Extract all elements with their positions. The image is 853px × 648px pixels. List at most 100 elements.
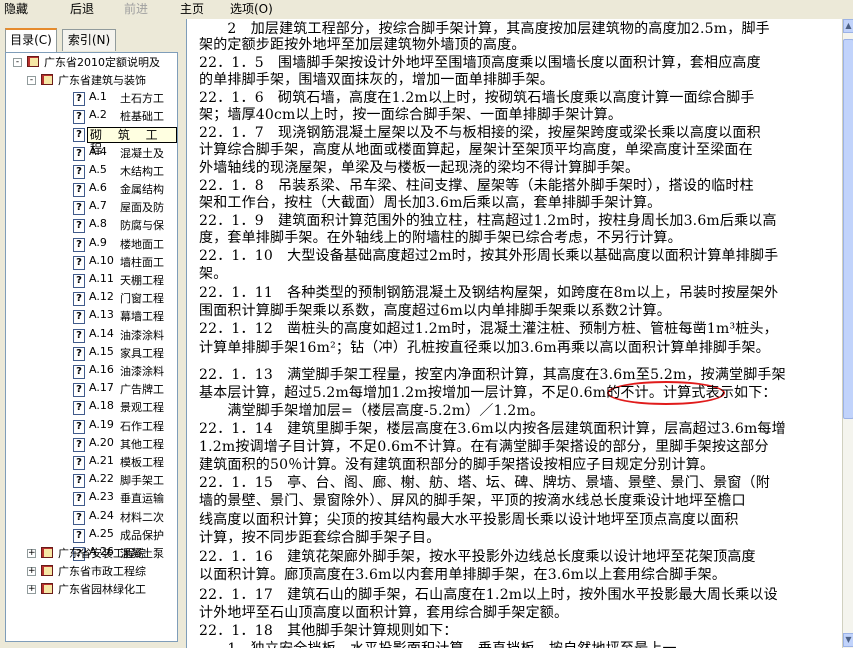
- tree-item-a-9[interactable]: 楼地面工: [120, 236, 164, 252]
- content-line: 围面积计算脚手架乘以系数，高度超过6m以内单排脚手架乘以系数2计算。: [199, 303, 671, 319]
- tree-item-a-16[interactable]: 油漆涂料: [120, 363, 164, 379]
- tree-item-code[interactable]: A.25: [89, 527, 114, 540]
- tree-item-a-7[interactable]: 屋面及防: [120, 199, 164, 215]
- tree-item-code[interactable]: A.20: [89, 436, 114, 449]
- tree-item-a-18[interactable]: 景观工程: [120, 399, 164, 415]
- expand-icon[interactable]: +: [27, 567, 36, 576]
- tree-item-code[interactable]: A.21: [89, 454, 114, 467]
- tree-item-code[interactable]: A.4: [89, 145, 107, 158]
- tree-item-a-24[interactable]: 材料二次: [120, 509, 164, 525]
- tree-item-code[interactable]: A.14: [89, 327, 114, 340]
- tree-item-a-1[interactable]: 土石方工: [120, 90, 164, 106]
- tree-item-code[interactable]: A.9: [89, 236, 107, 249]
- help-page-icon: ?: [73, 274, 85, 288]
- tree-node-garden[interactable]: 广东省园林绿化工: [58, 581, 146, 597]
- content-line: 22．1．15 亭、台、阁、廊、榭、舫、塔、坛、碑、牌坊、景墙、景壁、景门、景窗…: [199, 475, 770, 491]
- content-line: 线高度以面积计算；尖顶的按其结构最大水平投影周长乘以设计地坪至顶点高度以面积: [199, 512, 739, 528]
- tree-item-a-19[interactable]: 石作工程: [120, 418, 164, 434]
- tree-node-root[interactable]: 广东省2010定额说明及: [44, 54, 160, 70]
- help-page-icon: ?: [73, 346, 85, 361]
- tree-item-a-4[interactable]: 混凝土及: [120, 145, 164, 161]
- tree-item-code[interactable]: A.18: [89, 399, 114, 412]
- tree-item-a-5[interactable]: 木结构工: [120, 163, 164, 179]
- tree-item-a-22[interactable]: 脚手架工: [120, 472, 164, 488]
- content-line: 满堂脚手架增加层=（楼层高度-5.2m）／1.2m。: [199, 403, 545, 419]
- tree-item-a-12[interactable]: 门窗工程: [120, 290, 164, 306]
- tree-item-a-10[interactable]: 墙柱面工: [120, 254, 164, 270]
- content-line: 计算综合脚手架，高度从地面或楼面算起，屋架计至架顶平均高度，单梁高度计至梁面在: [199, 142, 753, 158]
- forward-button[interactable]: 前进: [124, 2, 148, 17]
- content-line: 计外地坪至石山顶高度以面积计算，套用综合脚手架定额。: [199, 605, 569, 621]
- content-line: 度，套单排脚手架。在外轴线上的附墙柱的脚手架已综合考虑，不另行计算。: [199, 230, 682, 246]
- tree-item-a-17[interactable]: 广告牌工: [120, 381, 164, 397]
- tree-item-a-13[interactable]: 幕墙工程: [120, 308, 164, 324]
- tree-item-code[interactable]: A.24: [89, 509, 114, 522]
- book-page: [44, 585, 52, 593]
- tree-item-a-20[interactable]: 其他工程: [120, 436, 164, 452]
- content-line: 墙的景壁、景门、景窗除外）、屏风的脚手架，平顶的按滴水线总长度乘设计地坪至檐口: [199, 493, 746, 509]
- tree-item-a-14[interactable]: 油漆涂料: [120, 327, 164, 343]
- help-page-icon: ?: [73, 110, 85, 125]
- help-page-icon: ?: [73, 183, 85, 197]
- tree-item-a-15[interactable]: 家具工程: [120, 345, 164, 361]
- book-icon: [40, 546, 54, 559]
- tree-item-code[interactable]: A.16: [89, 363, 114, 376]
- tree-item-code[interactable]: A.19: [89, 418, 114, 431]
- collapse-icon[interactable]: -: [27, 76, 36, 85]
- help-page-icon: ?: [73, 292, 85, 307]
- tree-item-code[interactable]: A.22: [89, 472, 114, 485]
- tree-item-code[interactable]: A.12: [89, 290, 114, 303]
- scroll-up-arrow-icon[interactable]: ▲: [843, 19, 853, 33]
- tree-node-building[interactable]: 广东省建筑与装饰: [58, 72, 146, 88]
- tree-item-a-2[interactable]: 桩基础工: [120, 108, 164, 124]
- expand-icon[interactable]: +: [27, 549, 36, 558]
- tree-item-code[interactable]: A.17: [89, 381, 114, 394]
- tab-contents[interactable]: 目录(C): [5, 28, 57, 52]
- tree-item-code[interactable]: A.1: [89, 90, 107, 103]
- content-line: 22．1．13 满堂脚手架工程量，按室内净面积计算，其高度在3.6m至5.2m，…: [199, 367, 786, 383]
- book-icon: [40, 564, 54, 577]
- vertical-scrollbar[interactable]: ▲ ▼: [842, 19, 853, 648]
- tree-item-a-21[interactable]: 模板工程: [120, 454, 164, 470]
- content-line: 架的定额步距按外地坪至加层建筑物外墙顶的高度。: [199, 37, 526, 53]
- content-line: 1.2m按调增子目计算，不足0.6m不计算。在有满堂脚手架搭设的部分，里脚手架按…: [199, 439, 769, 455]
- tree-item-a-11[interactable]: 天棚工程: [120, 272, 164, 288]
- help-page-icon: ?: [73, 456, 85, 470]
- tree-item-a-25[interactable]: 成品保护: [120, 527, 164, 543]
- help-page-icon: ?: [73, 510, 85, 525]
- book-icon: [40, 582, 54, 595]
- content-line: 架和工作台，按柱（大截面）周长加3.6m后乘以高，套单排脚手架计算。: [199, 195, 662, 211]
- expand-icon[interactable]: +: [27, 585, 36, 594]
- content-line: 22．1．10 大型设备基础高度超过2m时，按其外形周长乘以基础高度以面积计算单…: [199, 248, 779, 264]
- tree-item-code[interactable]: A.10: [89, 254, 114, 267]
- tree-item-code[interactable]: A.5: [89, 163, 107, 176]
- help-page-icon: ?: [73, 419, 85, 434]
- tree-item-code[interactable]: A.23: [89, 490, 114, 503]
- tree-item-code[interactable]: A.2: [89, 108, 107, 121]
- tree-item-a-23[interactable]: 垂直运输: [120, 490, 164, 506]
- tree-item-code[interactable]: A.7: [89, 199, 107, 212]
- scrollbar-thumb[interactable]: [843, 39, 853, 419]
- tree-item-code[interactable]: A.8: [89, 217, 107, 230]
- tree-item-a-8[interactable]: 防腐与保: [120, 217, 164, 233]
- home-button[interactable]: 主页: [180, 2, 204, 17]
- help-page-icon: ?: [73, 92, 85, 106]
- help-page-icon: ?: [73, 164, 85, 179]
- help-page-icon: ?: [73, 219, 85, 234]
- tree-node-municipal[interactable]: 广东省市政工程综: [58, 563, 146, 579]
- tree-item-code[interactable]: A.11: [89, 272, 114, 285]
- book-icon: [26, 55, 40, 68]
- tree-node-install[interactable]: 广东省安装工程综: [58, 545, 146, 561]
- hide-button[interactable]: 隐藏: [4, 2, 28, 17]
- scroll-down-arrow-icon[interactable]: ▼: [843, 633, 853, 647]
- options-menu[interactable]: 选项(O): [230, 2, 273, 17]
- tab-index[interactable]: 索引(N): [62, 29, 116, 51]
- back-button[interactable]: 后退: [70, 2, 94, 17]
- tree-item-code[interactable]: A.13: [89, 308, 114, 321]
- tree-item-code[interactable]: A.15: [89, 345, 114, 358]
- tree-item-a-6[interactable]: 金属结构: [120, 181, 164, 197]
- collapse-icon[interactable]: -: [13, 58, 22, 67]
- tree-item-code[interactable]: A.6: [89, 181, 107, 194]
- help-page-icon: ?: [73, 383, 85, 398]
- content-line: 22．1．12 凿桩头的高度如超过1.2m时，混凝土灌注桩、预制方桩、管桩每凿1…: [199, 321, 778, 337]
